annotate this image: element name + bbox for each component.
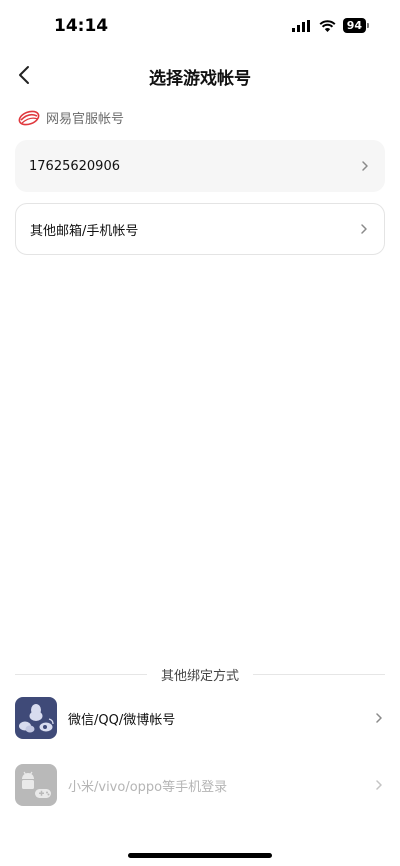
alt-bind-heading: 其他绑定方式 <box>161 668 240 684</box>
section-label: 网易官服帐号 <box>46 112 125 127</box>
alt-item-phone-login[interactable]: 小米/vivo/oppo等手机登录 <box>15 764 385 806</box>
alt-item-label: 微信/QQ/微博帐号 <box>68 712 176 728</box>
page-title: 选择游戏帐号 <box>149 69 251 89</box>
alt-bind-divider: 其他绑定方式 <box>15 664 386 684</box>
account-label: 17625620906 <box>29 158 120 174</box>
alt-item-social[interactable]: 微信/QQ/微博帐号 <box>15 697 385 739</box>
home-indicator[interactable] <box>128 853 272 858</box>
status-bar: 14:14 94 <box>0 0 400 54</box>
status-time: 14:14 <box>54 16 109 36</box>
social-login-icon <box>15 697 57 739</box>
signal-icon <box>291 19 310 32</box>
chevron-right-icon <box>361 224 367 234</box>
battery-indicator: 94 <box>342 18 370 33</box>
account-item-other[interactable]: 其他邮箱/手机帐号 <box>15 203 385 255</box>
account-label: 其他邮箱/手机帐号 <box>30 223 139 239</box>
chevron-right-icon <box>376 780 382 790</box>
wifi-icon <box>319 19 336 32</box>
chevron-right-icon <box>362 161 368 171</box>
chevron-right-icon <box>376 713 382 723</box>
netease-logo-icon <box>18 110 40 125</box>
section-header: 网易官服帐号 <box>18 108 124 127</box>
status-icons: 94 <box>291 18 370 33</box>
nav-bar: 选择游戏帐号 <box>0 54 400 98</box>
account-item-phone[interactable]: 17625620906 <box>15 140 385 192</box>
alt-item-label: 小米/vivo/oppo等手机登录 <box>68 779 228 795</box>
android-gamepad-icon <box>15 764 57 806</box>
divider-line <box>15 673 147 675</box>
divider-line <box>253 673 386 675</box>
